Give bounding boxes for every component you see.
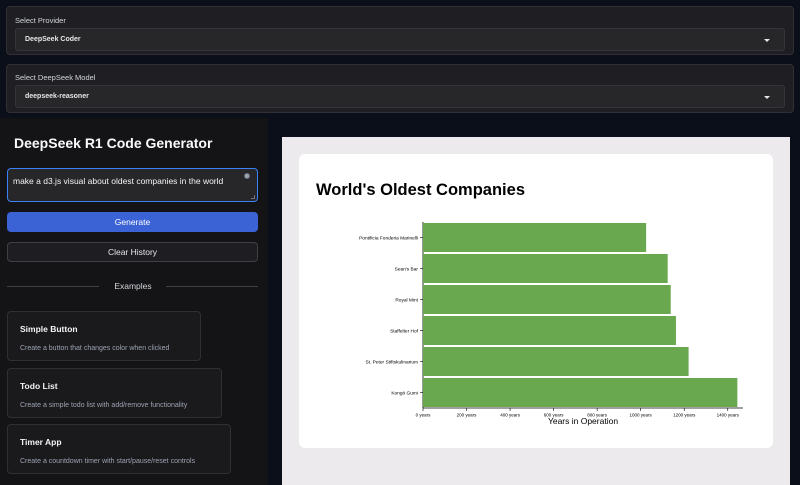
model-panel: Select DeepSeek Model deepseek-reasoner	[6, 64, 794, 113]
category-label: Kongō Gumi	[391, 390, 418, 396]
provider-panel: Select Provider DeepSeek Coder	[6, 6, 794, 55]
category-label: Staffelter Hof	[390, 328, 419, 334]
preview-panel: World's Oldest Companies Pontificia Fond…	[282, 137, 790, 485]
bar	[423, 223, 647, 252]
provider-dropdown[interactable]: DeepSeek Coder	[15, 28, 785, 51]
example-description: Create a button that changes color when …	[20, 345, 170, 352]
provider-label: Select Provider	[15, 16, 66, 25]
example-title: Simple Button	[20, 324, 78, 334]
prompt-input[interactable]: make a d3.js visual about oldest compani…	[7, 168, 258, 202]
model-value: deepseek-reasoner	[25, 93, 89, 100]
left-panel: DeepSeek R1 Code Generator make a d3.js …	[0, 118, 268, 485]
example-title: Timer App	[20, 437, 62, 447]
category-label: Sean's Bar	[395, 266, 419, 272]
bar	[423, 254, 668, 283]
record-icon[interactable]	[244, 173, 250, 179]
bar	[423, 378, 738, 407]
x-tick-label: 1000 years	[630, 413, 653, 418]
x-tick-label: 200 years	[457, 413, 478, 418]
x-axis-label: Years in Operation	[548, 416, 618, 426]
generate-button[interactable]: Generate	[7, 212, 258, 232]
category-label: Royal Mint	[395, 297, 418, 303]
x-tick-label: 1400 years	[717, 413, 740, 418]
x-tick-label: 400 years	[500, 413, 521, 418]
prompt-value: make a d3.js visual about oldest compani…	[13, 176, 224, 186]
x-tick-label: 0 years	[416, 413, 432, 418]
chevron-down-icon	[764, 39, 770, 42]
example-title: Todo List	[20, 381, 58, 391]
chevron-down-icon	[764, 96, 770, 99]
example-description: Create a countdown timer with start/paus…	[20, 458, 196, 465]
chart-card: World's Oldest Companies Pontificia Fond…	[299, 154, 773, 448]
bar-chart: Pontificia Fonderia Marinelli Sean's Bar R…	[359, 222, 743, 426]
category-label: St. Peter Stiftskulinarium	[365, 359, 418, 365]
example-timer-app[interactable]: Timer App Create a countdown timer with …	[7, 424, 231, 474]
divider	[166, 286, 258, 287]
example-simple-button[interactable]: Simple Button Create a button that chang…	[7, 311, 201, 361]
clear-history-button[interactable]: Clear History	[7, 242, 258, 262]
bar	[423, 347, 689, 376]
category-label: Pontificia Fonderia Marinelli	[359, 235, 418, 241]
bar	[423, 285, 671, 314]
model-label: Select DeepSeek Model	[15, 73, 96, 82]
x-tick-label: 1200 years	[673, 413, 696, 418]
model-dropdown[interactable]: deepseek-reasoner	[15, 85, 785, 108]
provider-value: DeepSeek Coder	[25, 36, 81, 43]
resize-handle-icon[interactable]	[251, 195, 255, 199]
example-description: Create a simple todo list with add/remov…	[20, 402, 188, 409]
page-title: DeepSeek R1 Code Generator	[14, 135, 213, 151]
example-todo-list[interactable]: Todo List Create a simple todo list with…	[7, 368, 222, 418]
bar	[423, 316, 676, 345]
